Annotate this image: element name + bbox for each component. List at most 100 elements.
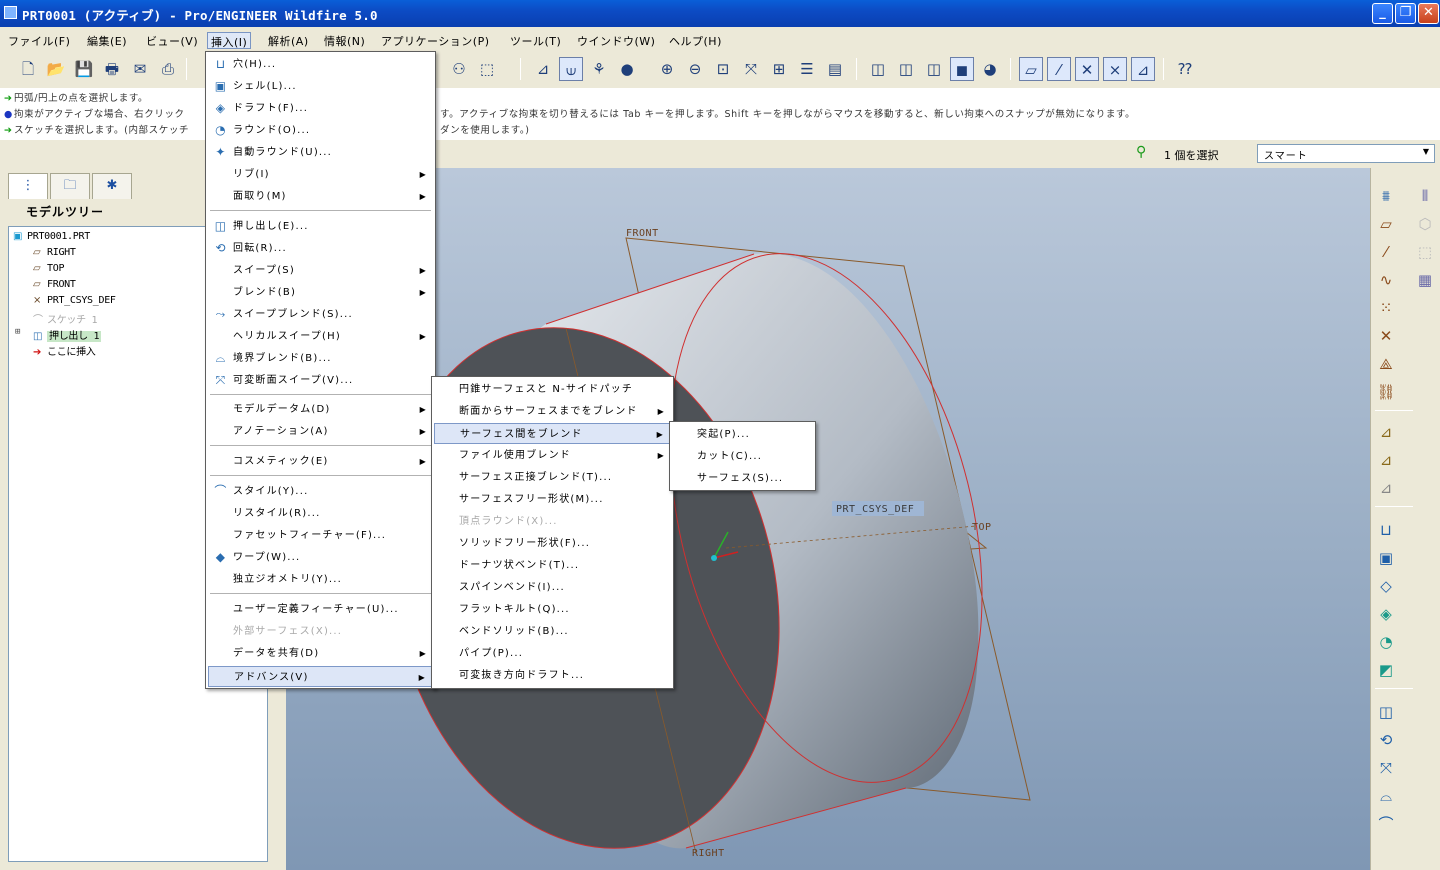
menu-item-cut[interactable]: カット(C)...: [672, 446, 813, 467]
print-icon[interactable]: 🖶: [100, 57, 124, 81]
menu-item-round[interactable]: ◔ ラウンド(O)...: [208, 120, 433, 141]
menu-item-blend[interactable]: ブレンド(B) ▶: [208, 282, 433, 303]
menu-item-helical-sweep[interactable]: ヘリカルスイープ(H) ▶: [208, 326, 433, 347]
menu-item-warp[interactable]: ◆ ワープ(W)...: [208, 547, 433, 568]
new-file-icon[interactable]: 🗋: [16, 57, 40, 81]
context-help-icon[interactable]: ⁇: [1173, 57, 1197, 81]
menu-item-surface[interactable]: サーフェス(S)...: [672, 468, 813, 489]
round-tool-icon[interactable]: ◔: [1374, 630, 1398, 654]
view-manager-icon[interactable]: ▤: [823, 57, 847, 81]
selection-filter-select[interactable]: スマート ▼: [1257, 144, 1435, 163]
menu-item-surface-free-form[interactable]: サーフェスフリー形状(M)...: [434, 489, 671, 510]
sketcher-display-icon[interactable]: ⊿: [531, 57, 555, 81]
annotation-tool-icon[interactable]: ⊿: [1374, 420, 1398, 444]
menu-tools[interactable]: ツール(T): [507, 32, 564, 49]
shell-tool-icon[interactable]: ▣: [1374, 546, 1398, 570]
pattern-icon[interactable]: ▦: [1413, 268, 1437, 292]
merge-icon[interactable]: ⬡: [1413, 212, 1437, 236]
hole-tool-icon[interactable]: ⊔: [1374, 518, 1398, 542]
menu-applications[interactable]: アプリケーション(P): [378, 32, 493, 49]
save-icon[interactable]: 💾: [72, 57, 96, 81]
menu-help[interactable]: ヘルプ(H): [666, 32, 725, 49]
menu-item-blend-section-to-surfaces[interactable]: 断面からサーフェスまでをブレンド ▶: [434, 401, 671, 422]
tab-model-tree[interactable]: ⋮: [8, 173, 48, 199]
menu-item-hole[interactable]: ⊔ 穴(H)...: [208, 54, 433, 75]
datum-curve-tool-icon[interactable]: ∿: [1374, 268, 1398, 292]
tree-item-insert-here[interactable]: ➔ ここに挿入: [33, 343, 96, 358]
chain-icon[interactable]: ⛓: [1374, 380, 1398, 404]
annotation-display-icon[interactable]: ⊿: [1131, 57, 1155, 81]
sketch-vertex-icon[interactable]: ⟒: [559, 57, 583, 81]
tab-folder-browser[interactable]: 🗀: [50, 173, 90, 199]
menu-item-bend-solid[interactable]: ベンドソリッド(B)...: [434, 621, 671, 642]
menu-insert[interactable]: 挿入(I): [207, 32, 252, 49]
menu-item-revolve[interactable]: ⟲ 回転(R)...: [208, 238, 433, 259]
expand-icon[interactable]: ⊞: [15, 327, 20, 337]
chamfer-tool-icon[interactable]: ◩: [1374, 658, 1398, 682]
datum-axis-tool-icon[interactable]: ⁄: [1374, 240, 1398, 264]
menu-item-swept-blend[interactable]: ⤳ スイープブレンド(S)...: [208, 304, 433, 325]
close-button[interactable]: ✕: [1418, 3, 1439, 24]
sketcher-tool-icon[interactable]: ⊿: [1374, 476, 1398, 500]
send-mail-icon[interactable]: ✉: [128, 57, 152, 81]
tree-item-front[interactable]: ▱ FRONT: [33, 279, 76, 290]
menu-item-variable-section-sweep[interactable]: ⤧ 可変断面スイープ(V)...: [208, 370, 433, 391]
menu-item-rib[interactable]: リブ(I) ▶: [208, 164, 433, 185]
menu-item-annotation[interactable]: アノテーション(A) ▶: [208, 421, 433, 442]
menu-item-restyle[interactable]: リスタイル(R)...: [208, 503, 433, 524]
sketch-datum-icon[interactable]: ⩩: [1374, 184, 1398, 208]
style-tool-icon[interactable]: ⌒: [1374, 812, 1398, 836]
menu-item-blend-from-file[interactable]: ファイル使用ブレンド ▶: [434, 445, 671, 466]
layers-icon[interactable]: ☰: [795, 57, 819, 81]
annotation-element-icon[interactable]: ⊿: [1374, 448, 1398, 472]
rib-tool-icon[interactable]: ◇: [1374, 574, 1398, 598]
tree-item-csys[interactable]: ⨯ PRT_CSYS_DEF: [33, 295, 116, 306]
tree-item-right[interactable]: ▱ RIGHT: [33, 247, 76, 258]
tab-favorites[interactable]: ✱: [92, 173, 132, 199]
menu-item-extrude[interactable]: ◫ 押し出し(E)...: [208, 216, 433, 237]
datum-plane-display-icon[interactable]: ▱: [1019, 57, 1043, 81]
zoom-out-icon[interactable]: ⊖: [683, 57, 707, 81]
tree-item-sketch[interactable]: ⌒ スケッチ 1: [33, 311, 98, 326]
shading-sphere-icon[interactable]: ●: [615, 57, 639, 81]
menu-item-chamfer[interactable]: 面取り(M) ▶: [208, 186, 433, 207]
boundary-blend-tool-icon[interactable]: ⌓: [1374, 784, 1398, 808]
analysis-feature-icon[interactable]: ⟁: [1374, 352, 1398, 376]
menu-item-facet-feature[interactable]: ファセットフィーチャー(F)...: [208, 525, 433, 546]
draft-tool-icon[interactable]: ◈: [1374, 602, 1398, 626]
shading-icon[interactable]: ◼: [950, 57, 974, 81]
menu-item-user-defined-feature[interactable]: ユーザー定義フィーチャー(U)...: [208, 599, 433, 620]
no-hidden-icon[interactable]: ◫: [922, 57, 946, 81]
tree-item-part[interactable]: ▣ PRT0001.PRT: [13, 231, 90, 242]
variable-sweep-tool-icon[interactable]: ⤧: [1374, 756, 1398, 780]
hidden-line-icon[interactable]: ◫: [894, 57, 918, 81]
constraints-display-icon[interactable]: ⚘: [587, 57, 611, 81]
find-binoculars-icon[interactable]: ⚇: [447, 57, 471, 81]
menu-analysis[interactable]: 解析(A): [265, 32, 312, 49]
menu-item-blend-between-surfaces[interactable]: サーフェス間をブレンド ▶: [434, 423, 671, 444]
tree-item-top[interactable]: ▱ TOP: [33, 263, 64, 274]
menu-item-independent-geometry[interactable]: 独立ジオメトリ(Y)...: [208, 569, 433, 590]
datum-axis-display-icon[interactable]: ⁄: [1047, 57, 1071, 81]
reorient-icon[interactable]: ⤧: [739, 57, 763, 81]
maximize-button[interactable]: ❐: [1395, 3, 1416, 24]
mail-attach-icon[interactable]: ⎙: [156, 57, 180, 81]
menu-item-style[interactable]: ⌒ スタイル(Y)...: [208, 481, 433, 502]
open-folder-icon[interactable]: 📂: [44, 57, 68, 81]
menu-item-cosmetic[interactable]: コスメティック(E) ▶: [208, 451, 433, 472]
menu-item-boundary-blend[interactable]: ⌓ 境界ブレンド(B)...: [208, 348, 433, 369]
menu-item-flatten-quilt[interactable]: フラットキルト(Q)...: [434, 599, 671, 620]
extrude-tool-icon[interactable]: ◫: [1374, 700, 1398, 724]
revolve-tool-icon[interactable]: ⟲: [1374, 728, 1398, 752]
zoom-in-icon[interactable]: ⊕: [655, 57, 679, 81]
csys-tool-icon[interactable]: ✕: [1374, 324, 1398, 348]
menu-file[interactable]: ファイル(F): [5, 32, 73, 49]
tree-item-extrude[interactable]: ◫ 押し出し 1: [33, 327, 102, 342]
menu-item-draft[interactable]: ◈ ドラフト(F)...: [208, 98, 433, 119]
menu-item-variable-pull-direction-draft[interactable]: 可変抜き方向ドラフト...: [434, 665, 671, 686]
menu-edit[interactable]: 編集(E): [84, 32, 130, 49]
menu-item-sweep[interactable]: スイープ(S) ▶: [208, 260, 433, 281]
refit-icon[interactable]: ⊡: [711, 57, 735, 81]
datum-point-display-icon[interactable]: ✕: [1075, 57, 1099, 81]
menu-item-tangent-to-surface[interactable]: サーフェス正接ブレンド(T)...: [434, 467, 671, 488]
